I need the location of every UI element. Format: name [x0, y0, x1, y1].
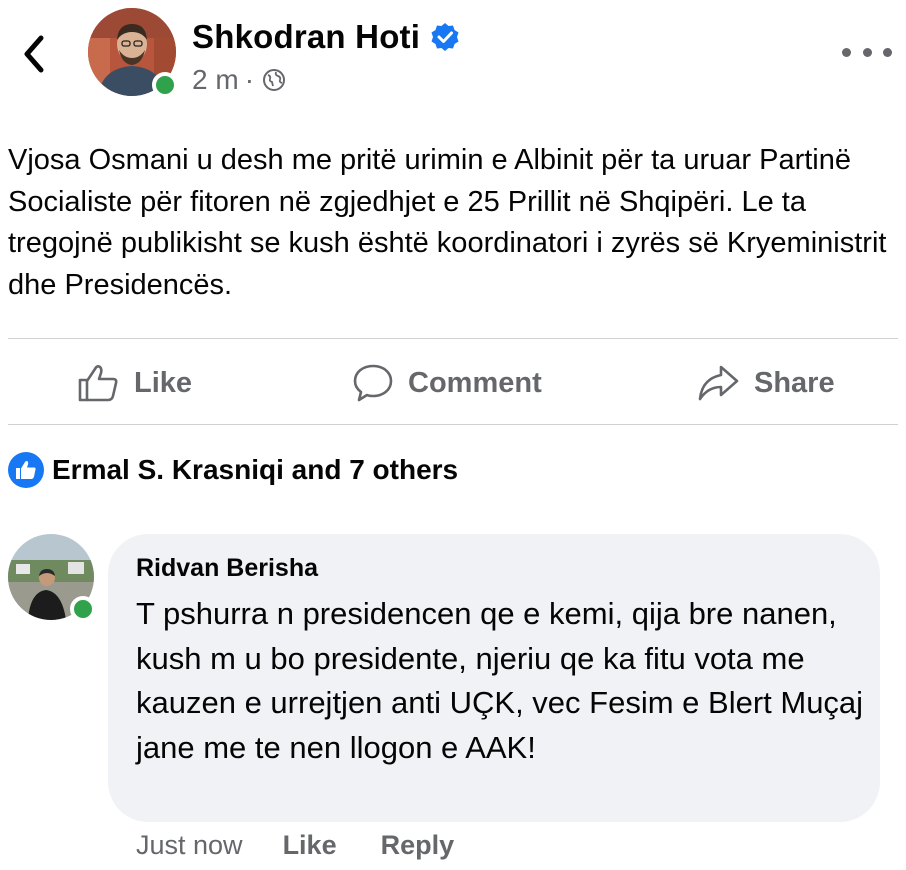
verified-badge-icon: [431, 23, 459, 51]
like-reaction-icon: [8, 452, 44, 488]
meta-separator: ·: [244, 64, 255, 95]
share-button[interactable]: Share: [696, 345, 835, 421]
back-button[interactable]: [14, 30, 54, 78]
post-meta: 2 m ·: [192, 64, 286, 96]
back-chevron-icon: [24, 35, 44, 73]
commenter-avatar[interactable]: [8, 534, 96, 622]
divider-bottom: [8, 424, 898, 425]
comment-label[interactable]: Comment: [408, 367, 542, 400]
like-button[interactable]: Like: [76, 345, 192, 421]
comment-button[interactable]: Comment: [352, 345, 542, 421]
post-text: Vjosa Osmani u desh me pritë urimin e Al…: [8, 144, 887, 301]
comment-like-button[interactable]: Like: [283, 830, 337, 861]
more-options-button[interactable]: [842, 34, 892, 70]
comment-reply-button[interactable]: Reply: [381, 830, 455, 861]
online-status-indicator: [152, 72, 178, 98]
like-label[interactable]: Like: [134, 367, 192, 400]
comment-time: Just now: [136, 830, 243, 860]
author-name[interactable]: Shkodran Hoti: [192, 18, 460, 56]
divider-top: [8, 338, 898, 339]
share-arrow-icon: [698, 365, 739, 401]
commenter-online-indicator: [70, 596, 96, 622]
reactions-text[interactable]: Ermal S. Krasniqi and 7 others: [52, 454, 458, 486]
author-avatar[interactable]: [88, 8, 178, 98]
post-actions-bar: Like Comment Share: [0, 345, 906, 421]
comment-text: T pshurra n presidencen qe e kemi, qija …: [136, 596, 864, 765]
comment-author[interactable]: Ridvan Berisha: [136, 554, 318, 583]
author-name-text[interactable]: Shkodran Hoti: [192, 18, 420, 56]
post-time[interactable]: 2 m: [192, 64, 239, 96]
comment-bubble[interactable]: Ridvan Berisha T pshurra n presidencen q…: [108, 534, 880, 822]
more-dot-2: [862, 47, 872, 57]
post-header: Shkodran Hoti 2 m ·: [0, 0, 906, 110]
share-label[interactable]: Share: [754, 367, 835, 400]
globe-icon[interactable]: [262, 68, 286, 92]
reactions-summary[interactable]: Ermal S. Krasniqi and 7 others: [8, 452, 458, 488]
more-dot-3: [883, 47, 892, 57]
comment-icon: [353, 364, 393, 402]
thumbs-up-icon: [78, 365, 118, 402]
more-dots-icon: [842, 47, 851, 57]
comment-meta: Just now Like Reply: [136, 830, 454, 861]
